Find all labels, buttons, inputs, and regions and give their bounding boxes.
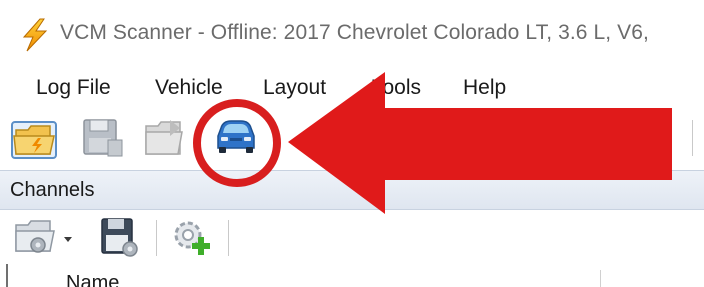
open-log-folder-icon (11, 121, 57, 159)
channels-toolbar (0, 210, 704, 264)
export-log-button[interactable] (140, 114, 190, 162)
column-divider (600, 270, 601, 287)
channels-title: Channels (10, 179, 95, 201)
column-header-name[interactable]: Name (66, 272, 119, 287)
vehicle-button[interactable] (211, 114, 261, 162)
channels-table: Name (6, 264, 704, 287)
menu-layout[interactable]: Layout (263, 76, 326, 100)
engine-button[interactable] (488, 114, 538, 162)
channels-toolbar-separator (156, 220, 157, 256)
export-log-icon (145, 120, 183, 155)
channels-toolbar-separator (228, 220, 229, 256)
menu-vehicle[interactable]: Vehicle (155, 76, 223, 100)
engine-icon (495, 125, 533, 150)
vehicle-car-icon (217, 120, 255, 153)
power-icon (563, 119, 601, 157)
channels-panel-header: Channels (0, 170, 704, 210)
open-channels-button[interactable] (12, 215, 76, 259)
play-icon (632, 119, 670, 157)
title-bar: VCM Scanner - Offline: 2017 Chevrolet Co… (0, 0, 704, 68)
window-title: VCM Scanner - Offline: 2017 Chevrolet Co… (60, 21, 649, 44)
main-toolbar (0, 108, 704, 170)
menu-log-file[interactable]: Log File (36, 76, 111, 100)
open-channels-folder-icon (15, 220, 72, 253)
menu-bar: Log File Vehicle Layout Tools Help (0, 68, 704, 108)
play-button[interactable] (626, 114, 676, 162)
open-log-button[interactable] (10, 114, 60, 162)
save-channels-icon (101, 218, 138, 257)
toolbar-separator (692, 120, 693, 156)
save-channels-button[interactable] (96, 215, 144, 259)
save-log-icon (83, 119, 123, 157)
add-channel-gear-icon (174, 221, 210, 255)
menu-help[interactable]: Help (463, 76, 506, 100)
menu-tools[interactable]: Tools (372, 76, 421, 100)
save-log-button[interactable] (78, 114, 128, 162)
lightning-bolt-icon (22, 18, 48, 52)
toolbar-separator (616, 120, 617, 156)
power-button[interactable] (557, 114, 607, 162)
add-channel-button[interactable] (168, 215, 216, 259)
